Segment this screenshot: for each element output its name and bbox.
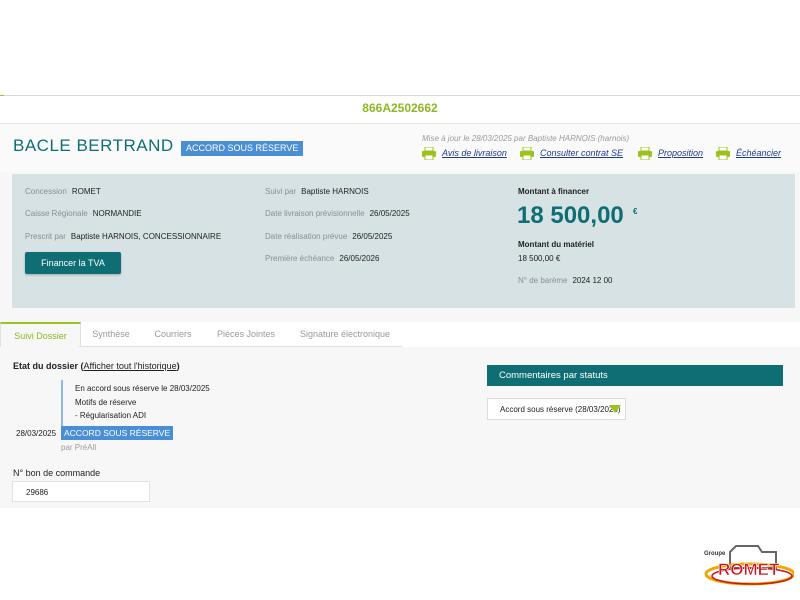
- timeline-status: ACCORD SOUS RÉSERVE: [61, 426, 173, 440]
- comments-status-select[interactable]: Accord sous réserve (28/03/2025): [487, 398, 626, 420]
- tab-suivi-dossier[interactable]: Suivi Dossier: [0, 322, 81, 347]
- caisse-label: Caisse Régionale: [25, 209, 88, 218]
- montant-currency: €: [633, 207, 638, 216]
- tab-underline: [79, 346, 402, 347]
- etat-title-text: Etat du dossier: [13, 361, 79, 371]
- info-panel: [12, 174, 795, 308]
- concession-value: ROMET: [71, 187, 101, 196]
- prescrit-row: Prescrit par Baptiste HARNOIS, CONCESSIO…: [25, 232, 221, 241]
- timeline-line: [61, 380, 63, 428]
- proposition-label: Proposition: [658, 148, 704, 158]
- financer-tva-button[interactable]: Financer la TVA: [25, 252, 121, 274]
- logo-name-text: ROMET: [718, 560, 780, 579]
- prescrit-label: Prescrit par: [25, 232, 66, 241]
- suivi-label: Suivi par: [265, 187, 297, 196]
- romet-logo: Groupe ROMET: [700, 538, 796, 594]
- avis-livraison-label: Avis de livraison: [442, 148, 507, 158]
- avis-livraison-link[interactable]: Avis de livraison: [422, 146, 507, 160]
- materiel-value: 18 500,00 €: [518, 254, 561, 263]
- bon-commande-input[interactable]: 29686: [12, 481, 150, 502]
- comments-header: Commentaires par statuts: [487, 365, 783, 386]
- tab-synthese[interactable]: Synthèse: [80, 322, 142, 346]
- timeline-by: par PréAll: [61, 443, 97, 452]
- consulter-contrat-link[interactable]: Consulter contrat SE: [520, 146, 623, 160]
- suivi-row: Suivi par Baptiste HARNOIS: [265, 187, 369, 196]
- printer-icon: [638, 146, 652, 160]
- concession-row: Concession ROMET: [25, 187, 101, 196]
- materiel-label: Montant du matériel: [518, 240, 595, 249]
- montant-value: 18 500,00: [517, 202, 624, 229]
- echeancier-label: Échéancier: [736, 148, 782, 158]
- bon-commande-label: N° bon de commande: [13, 468, 101, 478]
- date-realisation-row: Date réalisation prévue 26/05/2025: [265, 232, 392, 241]
- tab-courriers[interactable]: Courriers: [142, 322, 204, 346]
- last-update-text: Mise à jour le 28/03/2025 par Baptiste H…: [422, 134, 630, 143]
- premiere-echeance-label: Première échéance: [265, 254, 335, 263]
- caisse-row: Caisse Régionale NORMANDIE: [25, 209, 142, 218]
- concession-label: Concession: [25, 187, 67, 196]
- date-livraison-row: Date livraison prévisionnelle 26/05/2025: [265, 209, 410, 218]
- date-realisation-label: Date réalisation prévue: [265, 232, 348, 241]
- status-badge: ACCORD SOUS RÉSERVE: [181, 141, 304, 156]
- tab-pieces-jointes[interactable]: Pièces Jointes: [204, 322, 288, 346]
- suivi-value: Baptiste HARNOIS: [301, 187, 369, 196]
- date-realisation-value: 26/05/2025: [352, 232, 393, 241]
- dossier-number: 866A2502662: [362, 101, 438, 115]
- montant-label: Montant à financer: [518, 187, 590, 196]
- etat-dossier-title: Etat du dossier (Afficher tout l'histori…: [13, 361, 180, 371]
- chevron-down-icon[interactable]: [609, 405, 621, 413]
- logo-small-text: Groupe: [704, 551, 726, 557]
- proposition-link[interactable]: Proposition: [638, 146, 703, 160]
- bareme-value: 2024 12 00: [572, 276, 613, 285]
- caisse-value: NORMANDIE: [92, 209, 142, 218]
- printer-icon: [520, 146, 534, 160]
- prescrit-value: Baptiste HARNOIS, CONCESSIONNAIRE: [70, 232, 222, 241]
- timeline-line3: - Régularisation ADI: [75, 411, 147, 420]
- date-livraison-value: 26/05/2025: [369, 209, 410, 218]
- timeline-line2: Motifs de réserve: [75, 398, 137, 407]
- date-livraison-label: Date livraison prévisionnelle: [265, 209, 365, 218]
- bareme-row: N° de barème 2024 12 00: [518, 276, 613, 285]
- tab-signature[interactable]: Signature électronique: [288, 322, 402, 346]
- client-name: BACLE BERTRAND: [13, 136, 174, 155]
- consulter-contrat-label: Consulter contrat SE: [540, 148, 624, 158]
- bareme-label: N° de barème: [518, 276, 568, 285]
- premiere-echeance-row: Première échéance 26/05/2026: [265, 254, 379, 263]
- echeancier-link[interactable]: Échéancier: [716, 146, 781, 160]
- timeline-line1: En accord sous réserve le 28/03/2025: [75, 384, 210, 393]
- premiere-echeance-value: 26/05/2026: [339, 254, 380, 263]
- history-link[interactable]: Afficher tout l'historique: [84, 361, 177, 371]
- timeline-date: 28/03/2025: [16, 429, 57, 438]
- printer-icon: [422, 146, 436, 160]
- printer-icon: [716, 146, 730, 160]
